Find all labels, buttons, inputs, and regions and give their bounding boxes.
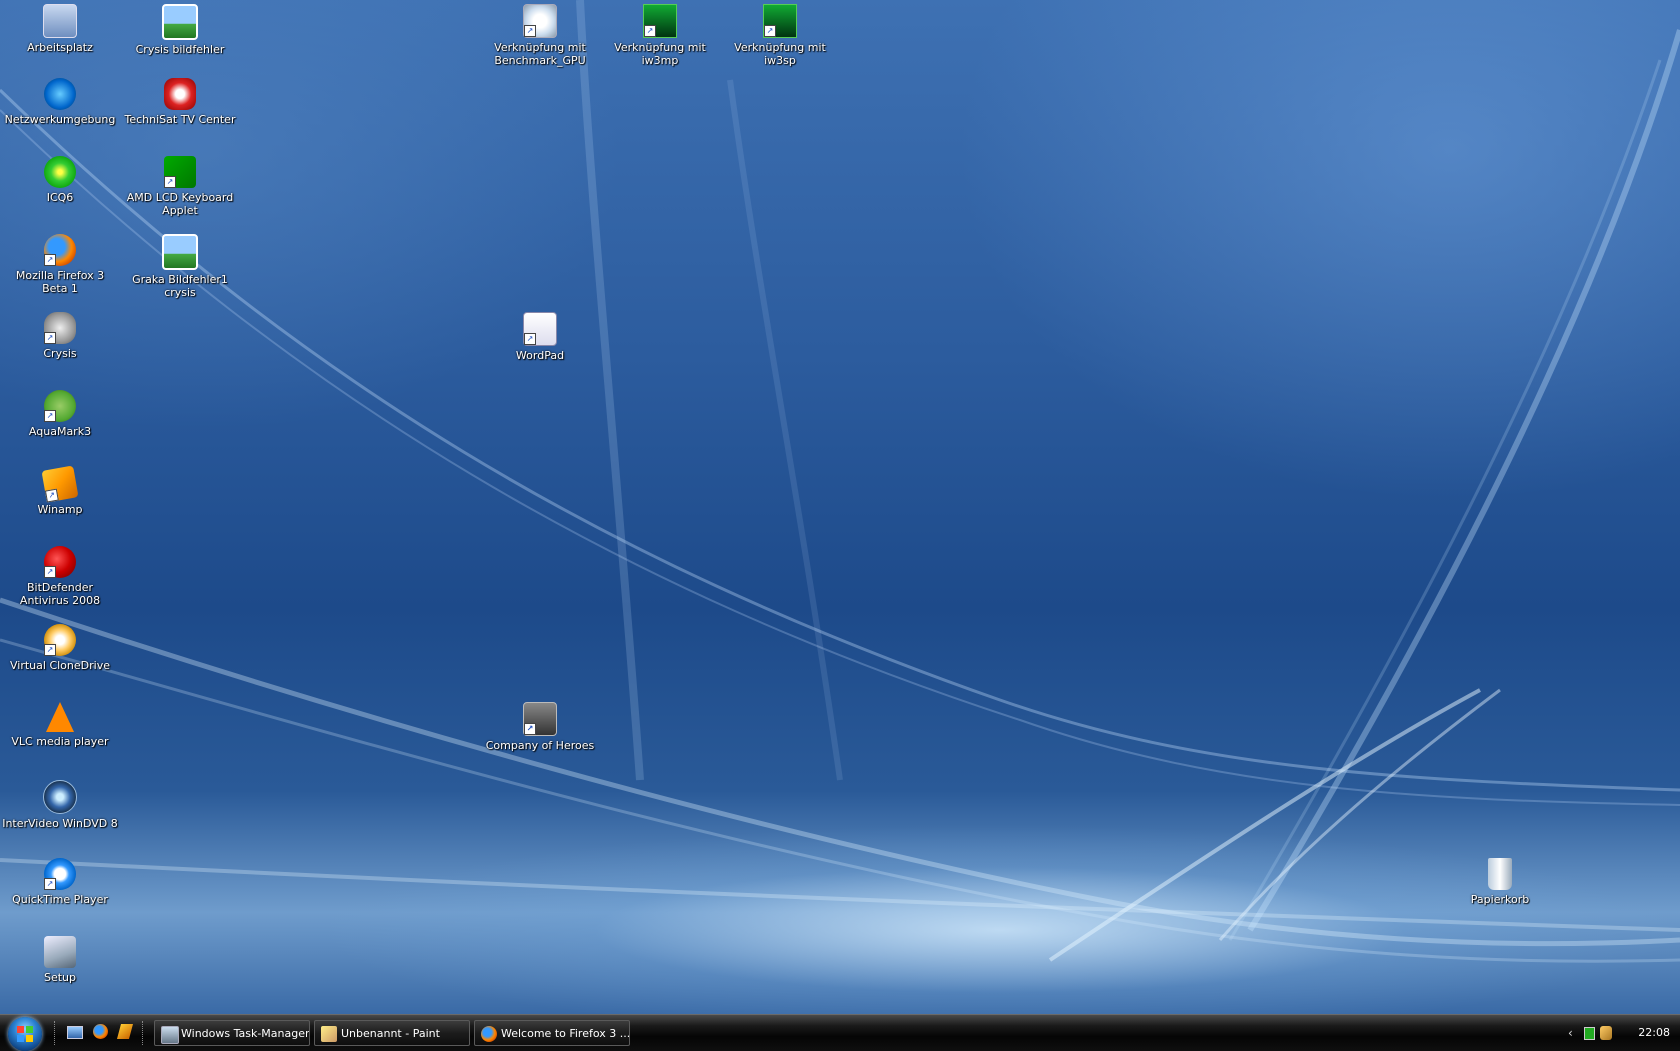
wordpad-icon: ↗ <box>523 312 557 346</box>
desktop-icon-crysis[interactable]: ↗ Crysis <box>0 312 120 360</box>
show-desktop-icon[interactable] <box>66 1023 84 1041</box>
winamp-quicklaunch-icon[interactable] <box>116 1023 134 1041</box>
desktop-icon-technisat[interactable]: TechniSat TV Center <box>120 78 240 126</box>
cod4-shortcut-icon: ↗ <box>643 4 677 38</box>
firefox-icon <box>481 1026 497 1042</box>
vlc-cone-icon <box>46 702 74 732</box>
paint-icon <box>321 1026 337 1042</box>
quicktime-icon: ↗ <box>44 858 76 890</box>
windvd-icon <box>43 780 77 814</box>
icq-flower-icon <box>44 156 76 188</box>
clonedrive-sheep-icon: ↗ <box>44 624 76 656</box>
clock[interactable]: 22:08 <box>1638 1015 1670 1051</box>
desktop-icon-crysis-bildfehler[interactable]: Crysis bildfehler <box>120 4 240 56</box>
desktop-icon-winamp[interactable]: ↗ Winamp <box>0 465 120 516</box>
winamp-icon: ↗ <box>41 465 79 503</box>
desktop-icon-graka-bildfehler[interactable]: Graka Bildfehler1 crysis <box>120 234 240 299</box>
desktop-icon-netzwerkumgebung[interactable]: Netzwerkumgebung <box>0 78 120 126</box>
desktop-icon-iw3mp[interactable]: ↗ Verknüpfung mit iw3mp <box>600 4 720 67</box>
desktop-icon-arbeitsplatz[interactable]: Arbeitsplatz <box>0 4 120 54</box>
system-tray: ‹ 22:08 <box>1560 1015 1680 1051</box>
setup-icon <box>44 936 76 968</box>
task-button-firefox[interactable]: Welcome to Firefox 3 ... <box>474 1020 630 1046</box>
recycle-bin-icon <box>1488 858 1512 890</box>
desktop-icon-quicktime[interactable]: ↗ QuickTime Player <box>0 858 120 906</box>
desktop-icon-company-of-heroes[interactable]: ↗ Company of Heroes <box>480 702 600 752</box>
desktop-icon-firefox[interactable]: ↗ Mozilla Firefox 3 Beta 1 <box>0 234 120 295</box>
task-button-task-manager[interactable]: Windows Task-Manager <box>154 1020 310 1046</box>
crysis-icon: ↗ <box>44 312 76 344</box>
task-manager-icon <box>161 1026 179 1044</box>
benchmark-shortcut-icon: ↗ <box>523 4 557 38</box>
wallpaper-swooshes <box>0 0 1680 963</box>
start-button[interactable] <box>8 1017 42 1051</box>
keyboard-icon[interactable] <box>1600 1026 1612 1040</box>
desktop: Arbeitsplatz Netzwerkumgebung ICQ6 ↗ Moz… <box>0 0 1680 1014</box>
desktop-icon-setup[interactable]: Setup <box>0 936 120 984</box>
amd-logo-icon: ↗ <box>164 156 196 188</box>
desktop-icon-windvd[interactable]: InterVideo WinDVD 8 <box>0 780 120 830</box>
network-icon <box>44 78 76 110</box>
aquamark-icon: ↗ <box>44 390 76 422</box>
desktop-icon-vlc[interactable]: VLC media player <box>0 702 120 748</box>
desktop-icon-papierkorb[interactable]: Papierkorb <box>1440 858 1560 906</box>
cod4-shortcut-icon: ↗ <box>763 4 797 38</box>
show-hidden-icons-chevron-icon[interactable]: ‹ <box>1568 1026 1580 1040</box>
taskbar-grip[interactable] <box>142 1021 146 1045</box>
firefox-quicklaunch-icon[interactable] <box>91 1023 109 1041</box>
desktop-icon-aquamark3[interactable]: ↗ AquaMark3 <box>0 390 120 438</box>
desktop-icon-virtual-clonedrive[interactable]: ↗ Virtual CloneDrive <box>0 624 120 672</box>
task-button-paint[interactable]: Unbenannt - Paint <box>314 1020 470 1046</box>
image-file-icon <box>162 234 198 270</box>
desktop-icon-iw3sp[interactable]: ↗ Verknüpfung mit iw3sp <box>720 4 840 67</box>
technisat-icon <box>164 78 196 110</box>
desktop-icon-benchmark-gpu[interactable]: ↗ Verknüpfung mit Benchmark_GPU <box>480 4 600 67</box>
my-computer-icon <box>43 4 77 38</box>
quick-launch-grip[interactable] <box>54 1021 58 1045</box>
desktop-icon-amd-lcd[interactable]: ↗ AMD LCD Keyboard Applet <box>120 156 240 217</box>
firefox-icon: ↗ <box>44 234 76 266</box>
image-file-icon <box>162 4 198 40</box>
desktop-icon-wordpad[interactable]: ↗ WordPad <box>480 312 600 362</box>
desktop-icon-bitdefender[interactable]: ↗ BitDefender Antivirus 2008 <box>0 546 120 607</box>
taskbar: Windows Task-Manager Unbenannt - Paint W… <box>0 1014 1680 1051</box>
coh-icon: ↗ <box>523 702 557 736</box>
desktop-icon-icq6[interactable]: ICQ6 <box>0 156 120 204</box>
bitdefender-icon: ↗ <box>44 546 76 578</box>
network-status-icon[interactable] <box>1584 1027 1595 1040</box>
